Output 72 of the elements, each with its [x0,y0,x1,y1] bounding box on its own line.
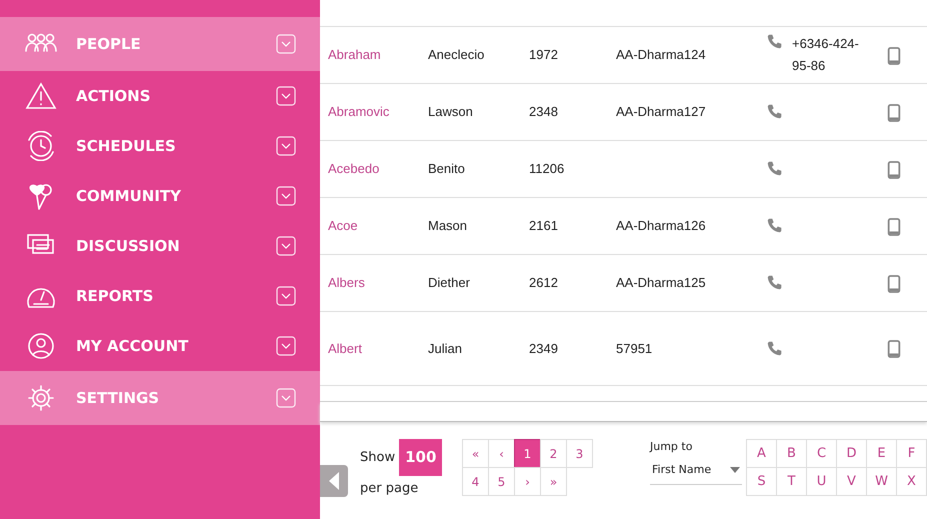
mobile-icon[interactable] [886,274,902,293]
last-name-link[interactable]: Acebedo [328,161,380,176]
expand-icon[interactable] [276,186,296,206]
last-name-link[interactable]: Albers [328,275,365,290]
letter-button[interactable]: F [896,439,927,468]
letter-button[interactable]: X [896,467,927,496]
table-cell: Benito [428,161,465,176]
table-cell: AA-Dharma125 [616,275,706,290]
expand-icon[interactable] [276,34,296,54]
sidebar-item[interactable]: PEOPLE [0,17,320,71]
mobile-icon[interactable] [886,46,902,65]
dropdown-caret-icon[interactable] [730,466,740,473]
phone-icon[interactable] [766,160,784,178]
page-button[interactable]: 3 [566,439,593,468]
sidebar-item[interactable]: MY ACCOUNT [0,321,320,371]
phone-icon[interactable] [766,217,784,235]
page-button[interactable]: 2 [540,439,567,468]
page-button[interactable]: › [514,467,541,496]
table-cell: 2349 [529,340,558,356]
show-label: Show [360,448,396,466]
phone-icon[interactable] [766,33,784,51]
phone-icon[interactable] [766,274,784,292]
table-cell: AA-Dharma127 [616,104,706,120]
per-page-value[interactable]: 100 [399,439,442,476]
page-button[interactable]: « [462,439,489,468]
sidebar-item[interactable]: COMMUNITY [0,171,320,221]
page-button[interactable]: 1 [514,439,541,468]
left-arrow-icon[interactable] [328,471,340,491]
last-name-link[interactable]: Abramovic [328,104,390,120]
table-cell: Aneclecio [428,47,484,62]
table-cell: 1972 [529,47,558,62]
sidebar-item[interactable]: DISCUSSION [0,221,320,271]
table-cell: Diether [428,275,470,290]
phone-icon[interactable] [766,340,784,358]
sidebar-item[interactable]: ACTIONS [0,71,320,121]
sidebar-item[interactable]: SCHEDULES [0,121,320,171]
sidebar-item[interactable]: SETTINGS [0,371,320,425]
page-button[interactable]: » [540,467,567,496]
expand-icon[interactable] [276,336,296,356]
last-name-link[interactable]: Albert [328,340,362,356]
table-cell: Mason [428,218,468,234]
table-cell: AA-Dharma124 [616,47,706,62]
expand-icon[interactable] [276,136,296,156]
table-cell: 2161 [529,218,558,234]
expand-icon[interactable] [276,236,296,256]
table-cell: 57951 [616,340,652,356]
collapse-button[interactable] [320,465,348,497]
jump-label: Jump to [650,439,694,455]
page-button[interactable]: 4 [462,467,489,496]
jump-select[interactable]: First Name [650,462,742,485]
mobile-icon[interactable] [886,104,902,122]
warning-icon [24,81,58,111]
mobile-icon[interactable] [886,340,902,358]
table-cell: 11206 [529,161,564,176]
expand-icon[interactable] [276,388,296,408]
letter-button[interactable]: A [746,439,777,468]
table-cell: AA-Dharma126 [616,218,706,234]
table-cell: 2348 [529,104,558,120]
mobile-icon[interactable] [886,160,902,179]
last-name-link[interactable]: Abraham [328,47,381,62]
letter-button[interactable]: S [746,467,777,496]
last-name-link[interactable]: Acoe [328,218,358,234]
mobile-icon[interactable] [886,218,902,236]
table-cell: Julian [428,340,462,356]
per-page-label: per page [360,480,418,496]
table-cell: Lawson [428,104,473,120]
phone-number: +6346-424-95-86 [792,35,860,75]
expand-icon[interactable] [276,86,296,106]
table-cell: 2612 [529,275,558,290]
expand-icon[interactable] [276,286,296,306]
phone-icon[interactable] [766,103,784,121]
sidebar-item[interactable]: REPORTS [0,271,320,321]
